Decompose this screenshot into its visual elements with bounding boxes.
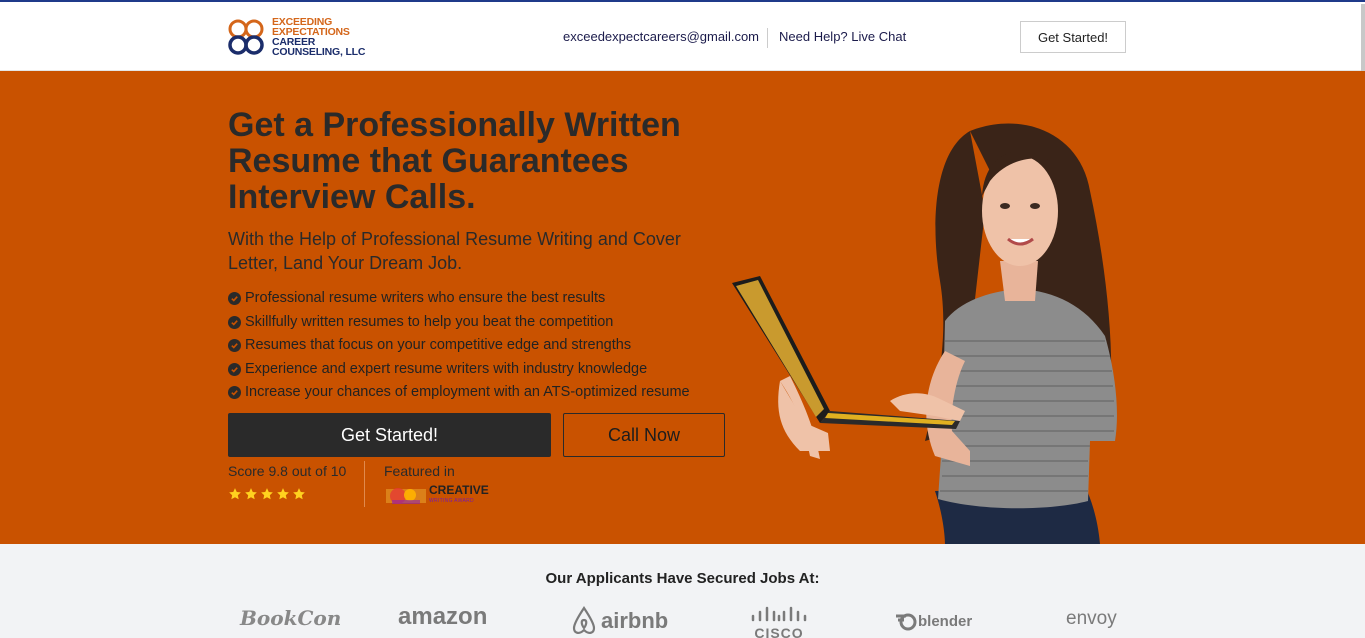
logo-mark-icon [228,17,268,57]
award-text: CREATIVE WRITING AWARD [429,483,489,507]
award-burst-icon [386,488,426,504]
cisco-bars-icon [751,606,807,622]
hero-subtitle: With the Help of Professional Resume Wri… [228,229,681,273]
email-link[interactable]: exceedexpectcareers@gmail.com [563,29,759,44]
benefit-text: Experience and expert resume writers wit… [245,360,648,377]
woman-with-laptop-illustration [732,123,1117,544]
check-circle-icon [228,292,241,306]
hero-section: Get a Professionally Written Resume that… [0,71,1365,544]
benefit-item: Skillfully written resumes to help you b… [228,311,690,335]
benefit-item: Experience and expert resume writers wit… [228,358,690,382]
check-circle-icon [228,339,241,353]
airbnb-icon [572,606,596,634]
airbnb-logo: airbnb [570,606,668,636]
score-divider [364,461,365,507]
envoy-logo: envoy [1066,608,1117,629]
rating-stars [228,487,306,501]
hero-title: Get a Professionally Written Resume that… [228,106,681,216]
amazon-logo: amazon [398,603,488,630]
bookcon-logo: BookCon [240,606,342,630]
blender-wordmark: blender [918,612,973,630]
benefit-list: Professional resume writers who ensure t… [228,287,690,405]
header-divider [767,28,768,48]
star-icon [245,488,257,500]
live-chat-link[interactable]: Need Help? Live Chat [779,29,906,44]
scrollbar[interactable] [1361,4,1365,74]
star-icon [293,488,305,500]
cisco-wordmark: CISCO [754,625,804,638]
get-started-button[interactable]: Get Started! [228,413,551,457]
site-header: EXCEEDING EXPECTATIONS CAREER COUNSELING… [0,2,1365,74]
award-subtitle: WRITING AWARD [429,498,474,504]
benefit-item: Resumes that focus on your competitive e… [228,334,690,358]
award-title: CREATIVE [429,483,489,497]
check-circle-icon [228,386,241,400]
header-get-started-button[interactable]: Get Started! [1020,21,1126,53]
star-icon [277,488,289,500]
benefit-text: Professional resume writers who ensure t… [245,290,606,306]
benefit-text: Resumes that focus on your competitive e… [245,337,632,353]
blender-logo: blender [894,610,972,632]
benefit-text: Increase your chances of employment with… [245,384,690,400]
star-icon [261,488,273,500]
featured-in-label: Featured in [384,463,455,479]
blender-icon [896,613,917,631]
benefit-item: Professional resume writers who ensure t… [228,287,690,311]
check-circle-icon [228,362,241,376]
secured-jobs-section: Our Applicants Have Secured Jobs At: Boo… [0,544,1365,638]
score-text: Score 9.8 out of 10 [228,463,347,479]
check-circle-icon [228,315,241,329]
logo-line-4: COUNSELING, LLC [272,46,366,58]
company-logo[interactable]: EXCEEDING EXPECTATIONS CAREER COUNSELING… [228,16,378,58]
logo-text: EXCEEDING EXPECTATIONS CAREER COUNSELING… [272,17,366,58]
cisco-logo: CISCO [750,606,808,638]
call-now-button[interactable]: Call Now [563,413,725,457]
benefit-item: Increase your chances of employment with… [228,381,690,405]
benefit-text: Skillfully written resumes to help you b… [245,313,614,330]
star-icon [229,488,241,500]
airbnb-wordmark: airbnb [601,608,669,633]
secured-jobs-title: Our Applicants Have Secured Jobs At: [545,570,820,587]
creative-writing-award-logo: CREATIVE WRITING AWARD [386,483,489,507]
